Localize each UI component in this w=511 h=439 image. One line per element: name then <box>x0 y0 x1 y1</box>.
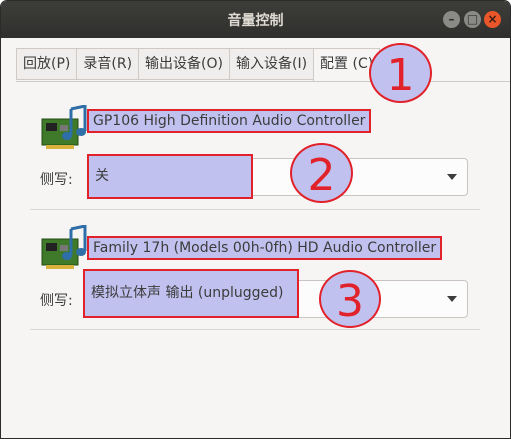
sound-card-icon <box>41 105 87 149</box>
close-button[interactable]: × <box>484 11 501 28</box>
tab-input-devices[interactable]: 输入设备(I) <box>228 48 314 80</box>
tab-recording[interactable]: 录音(R) <box>76 48 139 80</box>
card-divider <box>30 209 480 210</box>
chevron-down-icon <box>447 174 457 180</box>
profile-dropdown-value[interactable]: 关 <box>87 154 253 199</box>
maximize-button[interactable]: □ <box>464 11 481 28</box>
profile-label: 侧写: <box>40 293 73 309</box>
chevron-down-icon <box>447 296 457 302</box>
profile-dropdown-value[interactable]: 模拟立体声 输出 (unplugged) <box>83 269 299 318</box>
annotation-callout-2: 2 <box>290 143 353 203</box>
tab-divider <box>16 81 510 82</box>
annotation-callout-1: 1 <box>369 43 432 103</box>
volume-control-window: 音量控制 – □ × 回放(P) 录音(R) 输出设备(O) 输入设备(I) 配… <box>0 0 511 439</box>
device-name: Family 17h (Models 00h-0fh) HD Audio Con… <box>87 236 443 260</box>
window-title: 音量控制 <box>227 13 284 29</box>
card-divider <box>30 329 480 330</box>
title-bar[interactable]: 音量控制 – □ × <box>1 1 510 38</box>
tab-output-devices[interactable]: 输出设备(O) <box>138 48 229 80</box>
sound-card-icon <box>41 225 87 269</box>
annotation-callout-3: 3 <box>319 270 381 328</box>
tab-bar: 回放(P) 录音(R) 输出设备(O) 输入设备(I) 配置 (C) <box>16 48 381 81</box>
profile-label: 侧写: <box>40 172 73 188</box>
device-name: GP106 High Definition Audio Controller <box>87 109 372 133</box>
tab-playback[interactable]: 回放(P) <box>16 48 77 80</box>
minimize-button[interactable]: – <box>443 11 460 28</box>
